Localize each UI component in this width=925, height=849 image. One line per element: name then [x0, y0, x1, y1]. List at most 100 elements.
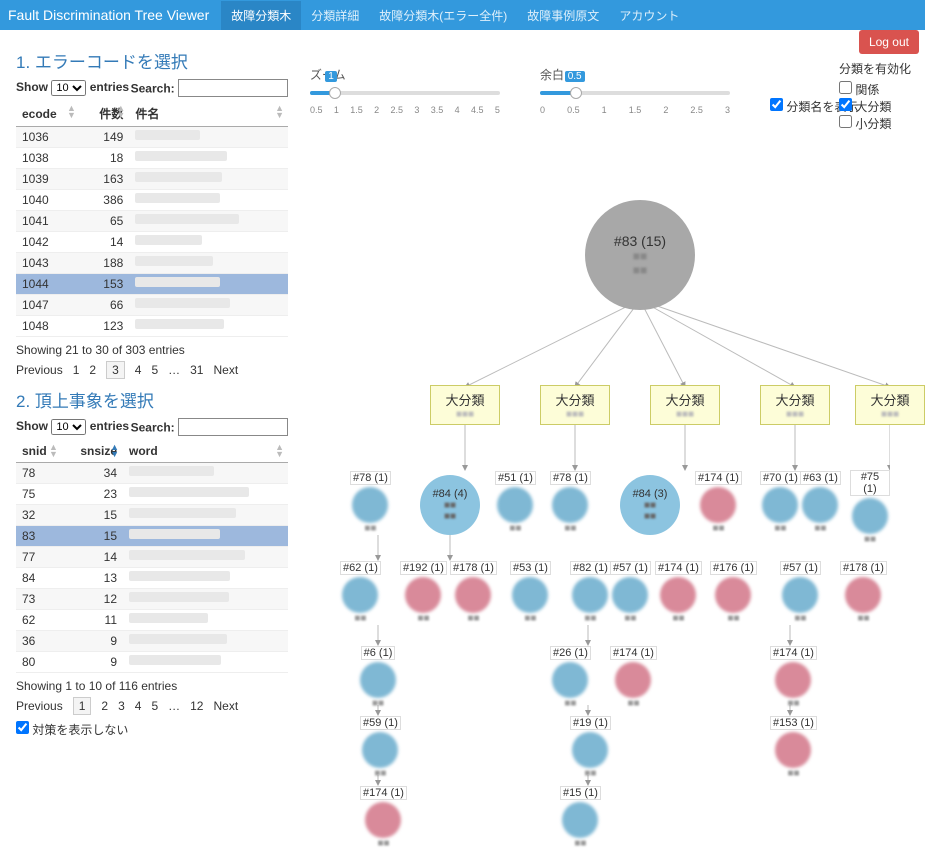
tree-node[interactable]: #53 (1)■■	[510, 560, 551, 624]
table-row[interactable]: 1048123	[16, 316, 288, 337]
nav-cases[interactable]: 故障事例原文	[517, 1, 609, 30]
tree-node[interactable]: #84 (4)■■■■	[420, 475, 480, 535]
show-names-checkbox[interactable]	[770, 98, 783, 111]
tree-node[interactable]: #63 (1)■■	[800, 470, 841, 534]
page-link[interactable]: …	[168, 363, 180, 377]
tree-node[interactable]: #174 (1)■■	[695, 470, 742, 534]
table-row[interactable]: 1043188	[16, 253, 288, 274]
category-box[interactable]: 大分類■■■	[650, 385, 720, 425]
page-link[interactable]: 4	[135, 699, 142, 713]
logout-button[interactable]: Log out	[859, 30, 919, 54]
table-row[interactable]: 6211	[16, 610, 288, 631]
col-snid[interactable]: snid▲▼	[16, 440, 62, 463]
tree-node[interactable]: #78 (1)■■	[350, 470, 391, 534]
category-box[interactable]: 大分類■■■	[430, 385, 500, 425]
tree-node[interactable]: #84 (3)■■■■	[620, 475, 680, 535]
tree-node[interactable]: #59 (1)■■	[360, 715, 401, 779]
tree-node[interactable]: #82 (1)■■	[570, 560, 611, 624]
tree-node[interactable]: #75 (1)■■	[850, 470, 890, 545]
table-row[interactable]: 1036149	[16, 127, 288, 148]
tree-viewer[interactable]: #83 (15)■■■■大分類■■■大分類■■■大分類■■■大分類■■■大分類■…	[310, 125, 890, 805]
table-row[interactable]: 809	[16, 652, 288, 673]
page-link[interactable]: Next	[213, 699, 238, 713]
col-count[interactable]: 件数▲▼	[80, 101, 129, 127]
page-link[interactable]: 5	[151, 363, 158, 377]
table-row[interactable]: 7834	[16, 463, 288, 484]
hide-measures-label: 対策を表示しない	[32, 723, 128, 737]
page-link[interactable]: 4	[135, 363, 142, 377]
tree-node[interactable]: #70 (1)■■	[760, 470, 801, 534]
tree-node[interactable]: #57 (1)■■	[780, 560, 821, 624]
category-box[interactable]: 大分類■■■	[540, 385, 610, 425]
nav-detail[interactable]: 分類詳細	[301, 1, 369, 30]
table-row[interactable]: 369	[16, 631, 288, 652]
page-link[interactable]: 3	[118, 699, 125, 713]
tree-node[interactable]: #51 (1)■■	[495, 470, 536, 534]
tree-node[interactable]: #62 (1)■■	[340, 560, 381, 624]
table-row[interactable]: 7714	[16, 547, 288, 568]
page-size-select-2[interactable]: 10	[51, 419, 86, 435]
tree-node[interactable]: #192 (1)■■	[400, 560, 447, 624]
table-row[interactable]: 104766	[16, 295, 288, 316]
tree-node[interactable]: #174 (1)■■	[770, 645, 817, 709]
page-link[interactable]: 1	[73, 697, 92, 715]
hide-measures-checkbox[interactable]	[16, 721, 29, 734]
tree-node[interactable]: #174 (1)■■	[610, 645, 657, 709]
page-link[interactable]: Next	[213, 363, 238, 377]
page-link[interactable]: 5	[151, 699, 158, 713]
tree-node[interactable]: #176 (1)■■	[710, 560, 757, 624]
table-row[interactable]: 103818	[16, 148, 288, 169]
entries-label-2: entries	[90, 419, 129, 433]
tree-node[interactable]: #178 (1)■■	[840, 560, 887, 624]
table-row[interactable]: 104165	[16, 211, 288, 232]
margin-slider[interactable]: 0.5	[540, 85, 730, 103]
tree-node[interactable]: #15 (1)■■	[560, 785, 601, 849]
page-link[interactable]: Previous	[16, 363, 63, 377]
category-box[interactable]: 大分類■■■	[855, 385, 925, 425]
pager-2: Previous12345…12Next	[16, 697, 288, 715]
table-row[interactable]: 104214	[16, 232, 288, 253]
tree-node[interactable]: #178 (1)■■	[450, 560, 497, 624]
search-input-2[interactable]	[178, 418, 288, 436]
table-row[interactable]: 8315	[16, 526, 288, 547]
tree-node[interactable]: #153 (1)■■	[770, 715, 817, 779]
page-link[interactable]: …	[168, 699, 180, 713]
page-link[interactable]: Previous	[16, 699, 63, 713]
tree-node[interactable]: #6 (1)■■	[360, 645, 396, 709]
page-size-select-1[interactable]: 10	[51, 80, 86, 96]
enable-panel: 分類を有効化 関係 大分類 小分類	[839, 60, 919, 132]
category-box[interactable]: 大分類■■■	[760, 385, 830, 425]
nav-tree-all[interactable]: 故障分類木(エラー全件)	[369, 1, 517, 30]
table-row[interactable]: 7523	[16, 484, 288, 505]
col-subject[interactable]: 件名▲▼	[129, 101, 288, 127]
nav-account[interactable]: アカウント	[609, 1, 689, 30]
table-row[interactable]: 1044153	[16, 274, 288, 295]
root-node[interactable]: #83 (15)■■■■	[585, 200, 695, 310]
table-row[interactable]: 1040386	[16, 190, 288, 211]
page-link[interactable]: 12	[190, 699, 203, 713]
table-row[interactable]: 7312	[16, 589, 288, 610]
enable-relation-checkbox[interactable]	[839, 81, 852, 94]
col-snsize[interactable]: snsize▲▼	[62, 440, 123, 463]
table-row[interactable]: 1039163	[16, 169, 288, 190]
page-link[interactable]: 1	[73, 363, 80, 377]
tree-node[interactable]: #19 (1)■■	[570, 715, 611, 779]
nav-tree[interactable]: 故障分類木	[221, 1, 301, 30]
page-link[interactable]: 2	[89, 363, 96, 377]
entries-label-1: entries	[90, 80, 129, 94]
tree-node[interactable]: #26 (1)■■	[550, 645, 591, 709]
page-link[interactable]: 31	[190, 363, 203, 377]
tree-node[interactable]: #78 (1)■■	[550, 470, 591, 534]
enable-major-checkbox[interactable]	[839, 98, 852, 111]
col-ecode[interactable]: ecode▲▼	[16, 101, 80, 127]
table-row[interactable]: 8413	[16, 568, 288, 589]
table-row[interactable]: 3215	[16, 505, 288, 526]
page-link[interactable]: 3	[106, 361, 125, 379]
col-word[interactable]: word▲▼	[123, 440, 288, 463]
tree-node[interactable]: #174 (1)■■	[655, 560, 702, 624]
search-input-1[interactable]	[178, 79, 288, 97]
tree-node[interactable]: #57 (1)■■	[610, 560, 651, 624]
zoom-slider[interactable]: 1	[310, 85, 500, 103]
page-link[interactable]: 2	[101, 699, 108, 713]
tree-node[interactable]: #174 (1)■■	[360, 785, 407, 849]
